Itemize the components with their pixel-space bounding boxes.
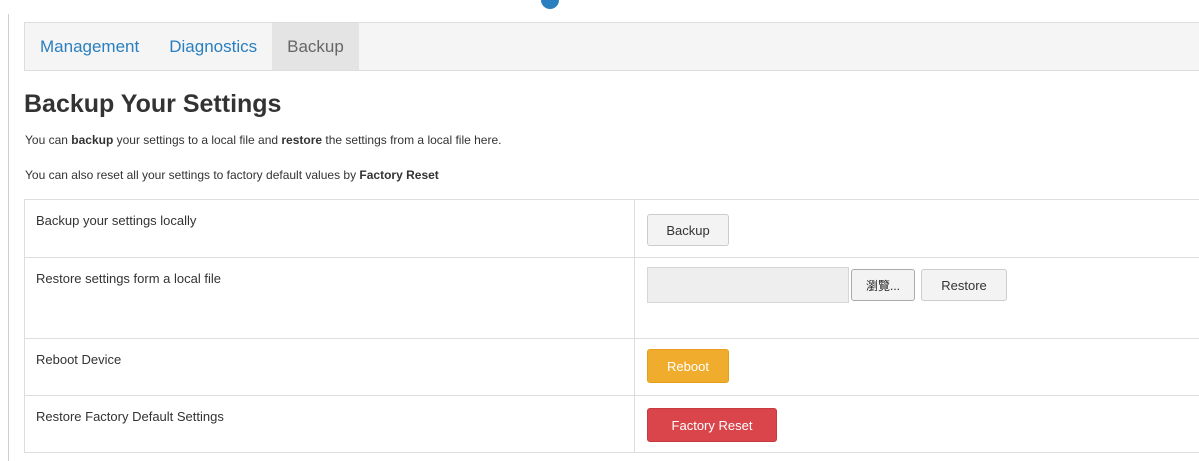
factory-reset-action-cell: Factory Reset	[635, 396, 1199, 452]
restore-button[interactable]: Restore	[921, 269, 1007, 301]
restore-label: Restore settings form a local file	[25, 258, 635, 338]
desc-text: the settings from a local file here.	[322, 133, 502, 147]
desc-bold-factory-reset: Factory Reset	[359, 168, 439, 182]
tab-bar: Management Diagnostics Backup	[24, 22, 1199, 71]
desc-text: You can	[25, 133, 72, 147]
desc-bold-restore: restore	[281, 133, 323, 147]
desc-bold-backup: backup	[71, 133, 114, 147]
reboot-label: Reboot Device	[25, 339, 635, 395]
factory-reset-label: Restore Factory Default Settings	[25, 396, 635, 452]
reboot-button[interactable]: Reboot	[647, 349, 729, 383]
page: Management Diagnostics Backup Backup You…	[0, 0, 1199, 461]
browse-button[interactable]: 瀏覽...	[851, 269, 915, 301]
settings-table: Backup your settings locally Backup Rest…	[24, 199, 1199, 453]
table-row-backup: Backup your settings locally Backup	[25, 200, 1199, 258]
restore-action-cell: 瀏覽... Restore	[635, 258, 1199, 338]
left-divider	[8, 14, 9, 461]
desc-text: your settings to a local file and	[113, 133, 282, 147]
tab-management[interactable]: Management	[25, 23, 154, 70]
table-row-restore: Restore settings form a local file 瀏覽...…	[25, 258, 1199, 339]
reboot-action-cell: Reboot	[635, 339, 1199, 395]
cropped-header	[0, 0, 1199, 18]
page-title: Backup Your Settings	[24, 90, 282, 118]
backup-label: Backup your settings locally	[25, 200, 635, 257]
backup-action-cell: Backup	[635, 200, 1199, 257]
tab-backup[interactable]: Backup	[272, 23, 359, 70]
factory-reset-button[interactable]: Factory Reset	[647, 408, 777, 442]
description-line-1: You can backup your settings to a local …	[25, 133, 501, 147]
description-line-2: You can also reset all your settings to …	[25, 168, 439, 182]
desc-text: You can also reset all your settings to …	[25, 168, 360, 182]
backup-button[interactable]: Backup	[647, 214, 729, 246]
cropped-header-mark	[541, 0, 559, 9]
file-path-field[interactable]	[647, 267, 849, 303]
table-row-reboot: Reboot Device Reboot	[25, 339, 1199, 396]
table-row-factory-reset: Restore Factory Default Settings Factory…	[25, 396, 1199, 453]
tab-diagnostics[interactable]: Diagnostics	[154, 23, 272, 70]
